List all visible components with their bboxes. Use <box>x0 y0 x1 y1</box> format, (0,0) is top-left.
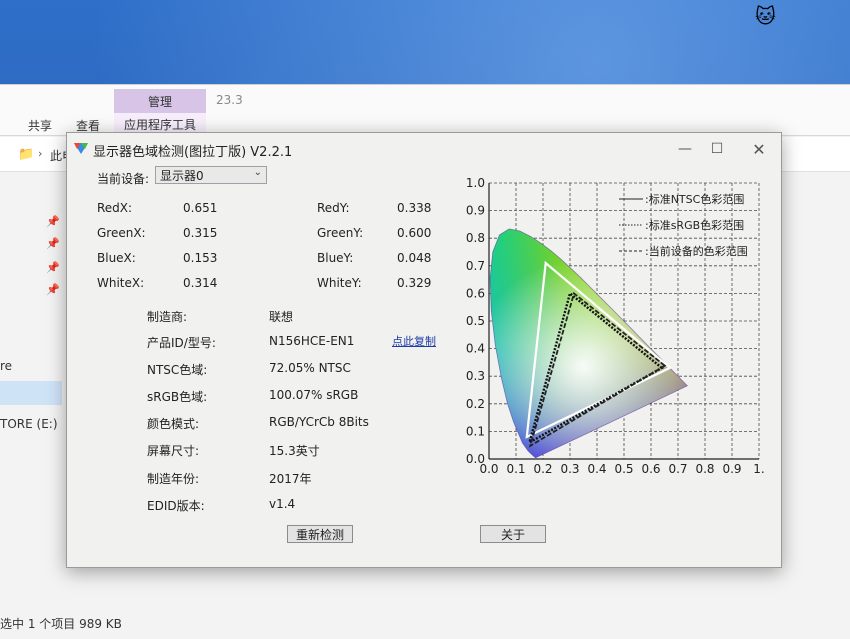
x-tick-label: 0.9 <box>722 462 741 476</box>
status-bar: 选中 1 个项目 989 KB <box>0 607 850 639</box>
bluex-label: BlueX: <box>97 251 136 265</box>
y-tick-label: 0.1 <box>466 424 485 438</box>
edid-value: v1.4 <box>269 497 296 511</box>
app-icon <box>74 143 88 154</box>
sidebar-item-partial[interactable]: re <box>0 359 12 373</box>
x-tick-label: 1. <box>753 462 764 476</box>
y-tick-label: 0.9 <box>466 204 485 218</box>
y-tick-label: 0.6 <box>466 286 485 300</box>
cat-avatar-icon[interactable]: 🐱 <box>755 4 781 28</box>
title-bar: 显示器色域检测(图拉丁版) V2.2.1 — ☐ ✕ <box>67 133 781 165</box>
cie-chromaticity-chart: 0.00.00.10.10.20.20.30.30.40.40.50.50.60… <box>466 176 765 476</box>
bluey-value: 0.048 <box>397 251 432 265</box>
y-tick-label: 0.2 <box>466 397 485 411</box>
whitex-value: 0.314 <box>183 276 218 290</box>
minimize-icon[interactable]: — <box>667 137 703 161</box>
y-tick-label: 0.3 <box>466 369 485 383</box>
x-tick-label: 0.2 <box>533 462 552 476</box>
tab-manage[interactable]: 管理 <box>114 89 206 113</box>
x-tick-label: 0.4 <box>587 462 606 476</box>
sidebar-item-drive-e[interactable]: TORE (E:) <box>0 417 58 431</box>
manufacturer-value: 联想 <box>269 310 294 324</box>
x-tick-label: 0.3 <box>560 462 579 476</box>
ribbon-tabs: 管理 23.3 共享 查看 应用程序工具 <box>0 85 850 136</box>
greeny-label: GreenY: <box>317 226 364 240</box>
color-mode-label: 颜色模式: <box>147 417 200 431</box>
pin-icon[interactable]: 📌 <box>46 237 60 250</box>
folder-icon: 📁 <box>18 147 35 162</box>
tab-share[interactable]: 共享 <box>28 117 52 134</box>
folder-name-label: 23.3 <box>216 93 243 107</box>
bluey-label: BlueY: <box>317 251 354 265</box>
ntsc-value: 72.05% NTSC <box>269 361 351 375</box>
ntsc-label: NTSC色域: <box>147 363 208 377</box>
window-title: 显示器色域检测(图拉丁版) V2.2.1 <box>93 145 293 160</box>
device-label: 当前设备: <box>97 172 150 186</box>
y-tick-label: 0.8 <box>466 231 485 245</box>
whitex-label: WhiteX: <box>97 276 145 290</box>
sidebar-item-selected[interactable] <box>0 381 62 405</box>
redy-value: 0.338 <box>397 201 432 215</box>
chevron-down-icon: ⌄ <box>253 167 262 178</box>
y-tick-label: 0.5 <box>466 314 485 328</box>
y-tick-label: 1.0 <box>466 176 485 190</box>
screen-size-label: 屏幕尺寸: <box>147 444 200 458</box>
device-select-value: 显示器0 <box>160 169 204 183</box>
redetect-button[interactable]: 重新检测 <box>287 525 353 543</box>
device-select[interactable]: 显示器0 ⌄ <box>155 166 267 184</box>
maximize-icon[interactable]: ☐ <box>699 137 735 161</box>
edid-label: EDID版本: <box>147 499 205 513</box>
srgb-label: sRGB色域: <box>147 390 208 404</box>
product-id-label: 产品ID/型号: <box>147 336 216 350</box>
status-text: 选中 1 个项目 989 KB <box>0 617 122 631</box>
x-tick-label: 0.1 <box>506 462 525 476</box>
y-tick-label: 0.7 <box>466 259 485 273</box>
legend-label: :标准sRGB色彩范围 <box>645 218 744 232</box>
greenx-value: 0.315 <box>183 226 218 240</box>
x-tick-label: 0.8 <box>695 462 714 476</box>
chevron-right-icon: › <box>38 147 43 160</box>
y-tick-label: 0.4 <box>466 342 485 356</box>
copy-link[interactable]: 点此复制 <box>392 333 436 349</box>
redx-value: 0.651 <box>183 201 218 215</box>
chart-legend: :标准NTSC色彩范围 :标准sRGB色彩范围 :当前设备的色彩范围 <box>619 192 748 258</box>
pin-icon[interactable]: 📌 <box>46 261 60 274</box>
color-mode-value: RGB/YCrCb 8Bits <box>269 415 369 429</box>
screen-size-value: 15.3英寸 <box>269 444 320 458</box>
legend-label: :当前设备的色彩范围 <box>645 244 748 258</box>
whitey-label: WhiteY: <box>317 276 362 290</box>
about-button[interactable]: 关于 <box>480 525 546 543</box>
x-tick-label: 0.6 <box>641 462 660 476</box>
bluex-value: 0.153 <box>183 251 218 265</box>
redx-label: RedX: <box>97 201 133 215</box>
year-label: 制造年份: <box>147 472 200 486</box>
redy-label: RedY: <box>317 201 350 215</box>
year-value: 2017年 <box>269 472 312 486</box>
greeny-value: 0.600 <box>397 226 432 240</box>
close-icon[interactable]: ✕ <box>741 137 777 161</box>
srgb-value: 100.07% sRGB <box>269 388 359 402</box>
x-tick-label: 0.5 <box>614 462 633 476</box>
whitey-value: 0.329 <box>397 276 432 290</box>
gamut-test-dialog: 显示器色域检测(图拉丁版) V2.2.1 — ☐ ✕ 当前设备: 显示器0 ⌄ … <box>66 132 782 568</box>
product-id-value: N156HCE-EN1 <box>269 334 355 348</box>
manufacturer-label: 制造商: <box>147 310 188 324</box>
y-tick-label: 0.0 <box>466 452 485 466</box>
greenx-label: GreenX: <box>97 226 146 240</box>
pin-icon[interactable]: 📌 <box>46 283 60 296</box>
navigation-pane: 📌 📌 📌 📌 re TORE (E:) <box>0 175 62 595</box>
legend-label: :标准NTSC色彩范围 <box>645 192 744 206</box>
x-tick-label: 0.7 <box>668 462 687 476</box>
pin-icon[interactable]: 📌 <box>46 215 60 228</box>
